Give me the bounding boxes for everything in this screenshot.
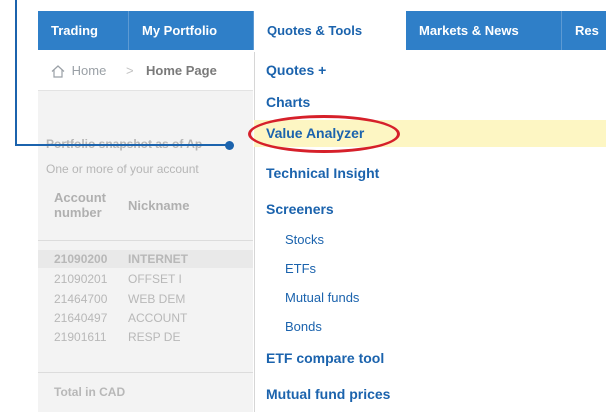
table-row[interactable]: 21640497 ACCOUNT xyxy=(38,309,253,327)
column-header-nickname: Nickname xyxy=(128,198,190,213)
callout-line-vertical xyxy=(15,0,17,146)
account-number: 21090200 xyxy=(54,252,108,266)
account-nickname: ACCOUNT xyxy=(128,311,188,325)
tab-my-portfolio[interactable]: My Portfolio xyxy=(129,11,254,50)
breadcrumb-separator: > xyxy=(126,63,134,78)
menu-item-mutual-funds[interactable]: Mutual funds xyxy=(254,285,606,311)
breadcrumb: Home > Home Page xyxy=(38,52,253,91)
total-divider xyxy=(38,372,253,373)
account-number: 21464700 xyxy=(54,292,108,306)
menu-item-charts[interactable]: Charts xyxy=(254,89,606,115)
menu-item-quotes-plus[interactable]: Quotes + xyxy=(254,57,606,83)
table-divider xyxy=(38,240,253,241)
tab-trading[interactable]: Trading xyxy=(38,11,129,50)
home-icon xyxy=(51,65,65,78)
account-nickname: RESP DE xyxy=(128,330,181,344)
callout-line-horizontal xyxy=(15,144,229,146)
tab-research[interactable]: Res xyxy=(562,11,606,50)
tab-quotes-tools[interactable]: Quotes & Tools xyxy=(254,11,406,52)
account-number: 21640497 xyxy=(54,311,108,325)
highlight-ellipse xyxy=(248,115,400,153)
menu-item-etfs[interactable]: ETFs xyxy=(254,256,606,282)
table-row[interactable]: 21901611 RESP DE xyxy=(38,328,253,346)
menu-item-mutual-fund-prices[interactable]: Mutual fund prices xyxy=(254,381,606,407)
table-row[interactable]: 21464700 WEB DEM xyxy=(38,290,253,308)
column-header-account: Account number xyxy=(54,190,106,220)
callout-dot xyxy=(225,141,234,150)
menu-item-bonds[interactable]: Bonds xyxy=(254,314,606,340)
menu-item-stocks[interactable]: Stocks xyxy=(254,227,606,253)
portfolio-note: One or more of your account xyxy=(46,162,199,176)
account-nickname: INTERNET xyxy=(128,252,188,266)
account-nickname: OFFSET I xyxy=(128,272,182,286)
menu-item-technical-insight[interactable]: Technical Insight xyxy=(254,160,606,186)
account-number: 21090201 xyxy=(54,272,108,286)
table-row[interactable]: 21090201 OFFSET I xyxy=(38,270,253,288)
breadcrumb-home-link[interactable]: Home xyxy=(51,52,106,90)
table-row[interactable]: 21090200 INTERNET xyxy=(38,250,253,268)
menu-item-etf-compare-tool[interactable]: ETF compare tool xyxy=(254,345,606,371)
account-number: 21901611 xyxy=(54,330,107,344)
breadcrumb-current: Home Page xyxy=(146,63,217,78)
account-nickname: WEB DEM xyxy=(128,292,186,306)
menu-item-screeners[interactable]: Screeners xyxy=(254,196,606,222)
tab-markets-news[interactable]: Markets & News xyxy=(406,11,562,50)
total-label: Total in CAD xyxy=(54,385,126,399)
